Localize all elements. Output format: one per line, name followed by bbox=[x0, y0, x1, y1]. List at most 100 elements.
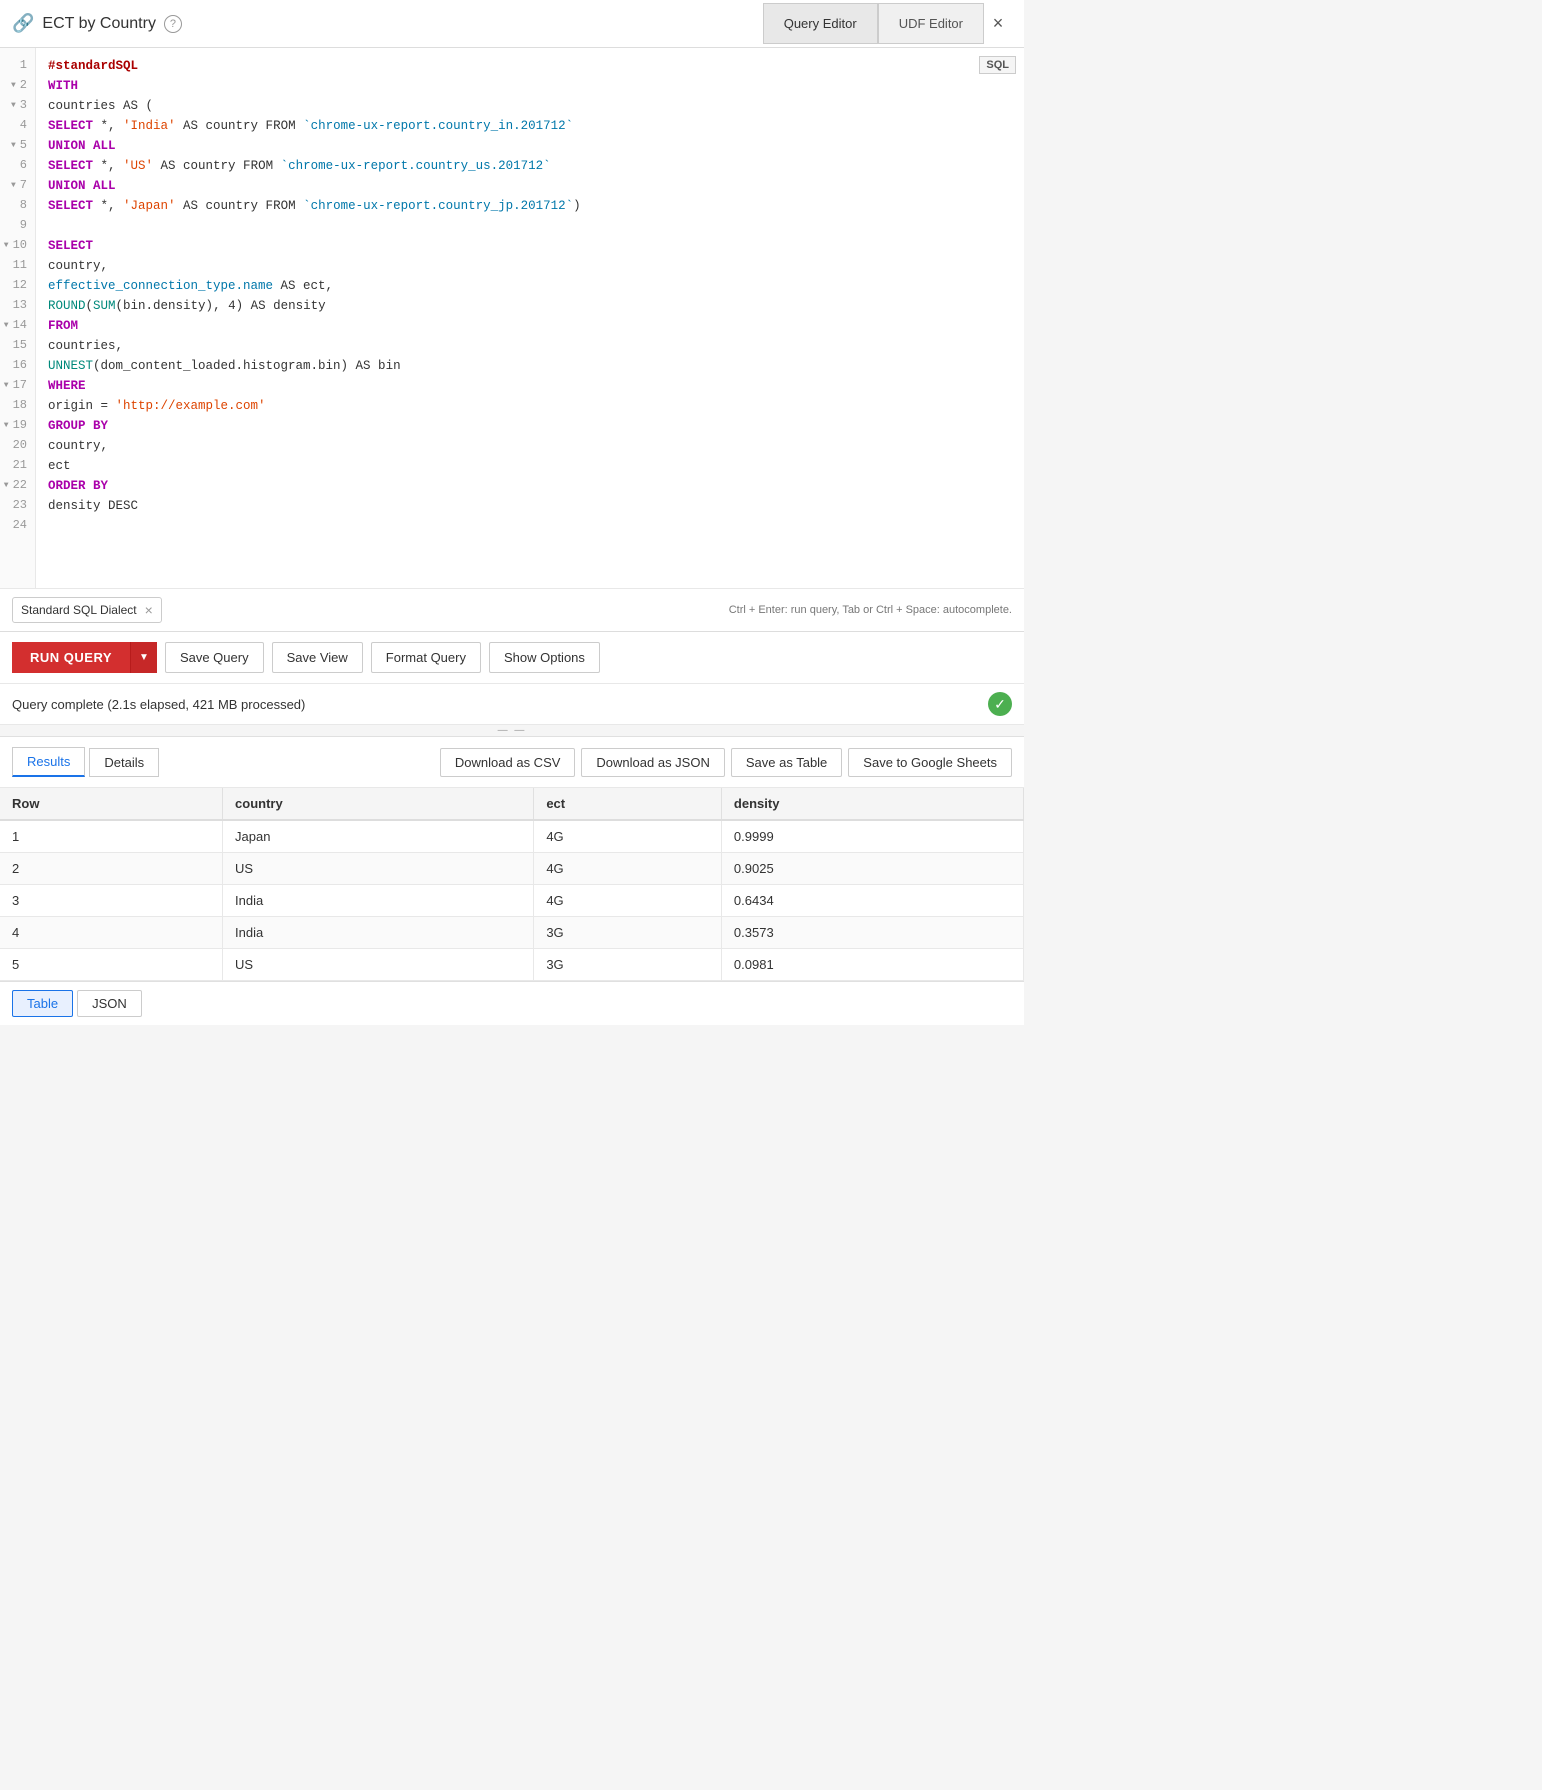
tab-query-editor[interactable]: Query Editor bbox=[763, 3, 878, 44]
line-number-19: ▼19 bbox=[4, 416, 31, 436]
line-number-17: ▼17 bbox=[4, 376, 31, 396]
table-row: 2US4G0.9025 bbox=[0, 853, 1024, 885]
status-icon: ✓ bbox=[988, 692, 1012, 716]
line-number-5: ▼5 bbox=[4, 136, 31, 156]
show-options-button[interactable]: Show Options bbox=[489, 642, 600, 673]
col-header-ect: ect bbox=[534, 788, 722, 820]
table-header-row: Rowcountryectdensity bbox=[0, 788, 1024, 820]
col-header-Row: Row bbox=[0, 788, 223, 820]
fold-arrow[interactable]: ▼ bbox=[11, 80, 16, 93]
header: 🔗 ECT by Country ? Query Editor UDF Edit… bbox=[0, 0, 1024, 48]
results-header: Results Details Download as CSV Download… bbox=[0, 737, 1024, 788]
toolbar: RUN QUERY ▼ Save Query Save View Format … bbox=[0, 632, 1024, 684]
line-number-14: ▼14 bbox=[4, 316, 31, 336]
line-number-11: 11 bbox=[4, 256, 31, 276]
results-section: Results Details Download as CSV Download… bbox=[0, 737, 1024, 981]
code-line-1: #standardSQL bbox=[48, 56, 1012, 76]
status-bar: Query complete (2.1s elapsed, 421 MB pro… bbox=[0, 684, 1024, 725]
bottom-tab-json[interactable]: JSON bbox=[77, 990, 142, 1017]
line-number-9: 9 bbox=[4, 216, 31, 236]
cell-density: 0.6434 bbox=[721, 885, 1023, 917]
code-line-23: density DESC bbox=[48, 496, 1012, 516]
code-line-15: countries, bbox=[48, 336, 1012, 356]
header-left: 🔗 ECT by Country ? bbox=[12, 13, 182, 34]
fold-arrow[interactable]: ▼ bbox=[11, 180, 16, 193]
table-row: 3India4G0.6434 bbox=[0, 885, 1024, 917]
code-line-16: UNNEST(dom_content_loaded.histogram.bin)… bbox=[48, 356, 1012, 376]
line-numbers: 1▼2▼34▼56▼789▼10111213▼141516▼1718▼19202… bbox=[0, 48, 36, 588]
line-number-8: 8 bbox=[4, 196, 31, 216]
dialect-close[interactable]: × bbox=[145, 602, 153, 618]
code-editor[interactable]: 1▼2▼34▼56▼789▼10111213▼141516▼1718▼19202… bbox=[0, 48, 1024, 588]
code-line-8: SELECT *, 'Japan' AS country FROM `chrom… bbox=[48, 196, 1012, 216]
download-json-button[interactable]: Download as JSON bbox=[581, 748, 724, 777]
header-tabs: Query Editor UDF Editor × bbox=[763, 3, 1012, 44]
fold-arrow[interactable]: ▼ bbox=[4, 480, 9, 493]
fold-arrow[interactable]: ▼ bbox=[4, 420, 9, 433]
format-query-button[interactable]: Format Query bbox=[371, 642, 481, 673]
cell-row: 4 bbox=[0, 917, 223, 949]
line-number-21: 21 bbox=[4, 456, 31, 476]
save-query-button[interactable]: Save Query bbox=[165, 642, 264, 673]
status-text: Query complete (2.1s elapsed, 421 MB pro… bbox=[12, 697, 305, 712]
code-line-19: GROUP BY bbox=[48, 416, 1012, 436]
save-view-button[interactable]: Save View bbox=[272, 642, 363, 673]
cell-ect: 4G bbox=[534, 820, 722, 853]
run-query-button[interactable]: RUN QUERY bbox=[12, 642, 130, 673]
line-number-16: 16 bbox=[4, 356, 31, 376]
line-number-3: ▼3 bbox=[4, 96, 31, 116]
save-to-sheets-button[interactable]: Save to Google Sheets bbox=[848, 748, 1012, 777]
code-line-11: country, bbox=[48, 256, 1012, 276]
table-header: Rowcountryectdensity bbox=[0, 788, 1024, 820]
bottom-tab-table[interactable]: Table bbox=[12, 990, 73, 1017]
cell-density: 0.0981 bbox=[721, 949, 1023, 981]
resize-handle[interactable]: — — bbox=[0, 725, 1024, 737]
code-line-17: WHERE bbox=[48, 376, 1012, 396]
tab-udf-editor[interactable]: UDF Editor bbox=[878, 3, 984, 44]
tab-results[interactable]: Results bbox=[12, 747, 85, 777]
col-header-country: country bbox=[223, 788, 534, 820]
keyboard-hint: Ctrl + Enter: run query, Tab or Ctrl + S… bbox=[729, 604, 1012, 616]
tab-details[interactable]: Details bbox=[89, 748, 159, 777]
cell-row: 1 bbox=[0, 820, 223, 853]
cell-row: 5 bbox=[0, 949, 223, 981]
close-button[interactable]: × bbox=[984, 10, 1012, 38]
table-row: 5US3G0.0981 bbox=[0, 949, 1024, 981]
line-number-22: ▼22 bbox=[4, 476, 31, 496]
help-icon[interactable]: ? bbox=[164, 15, 182, 33]
cell-country: India bbox=[223, 885, 534, 917]
results-actions: Download as CSV Download as JSON Save as… bbox=[440, 748, 1012, 777]
fold-arrow[interactable]: ▼ bbox=[4, 240, 9, 253]
link-icon: 🔗 bbox=[12, 13, 34, 34]
line-number-24: 24 bbox=[4, 516, 31, 536]
code-line-20: country, bbox=[48, 436, 1012, 456]
code-line-2: WITH bbox=[48, 76, 1012, 96]
dialect-tag: Standard SQL Dialect × bbox=[12, 597, 162, 623]
cell-density: 0.3573 bbox=[721, 917, 1023, 949]
run-query-group: RUN QUERY ▼ bbox=[12, 642, 157, 673]
code-line-12: effective_connection_type.name AS ect, bbox=[48, 276, 1012, 296]
save-as-table-button[interactable]: Save as Table bbox=[731, 748, 842, 777]
line-number-7: ▼7 bbox=[4, 176, 31, 196]
cell-ect: 3G bbox=[534, 917, 722, 949]
line-number-15: 15 bbox=[4, 336, 31, 356]
line-number-10: ▼10 bbox=[4, 236, 31, 256]
sql-badge: SQL bbox=[979, 56, 1016, 74]
editor-bottom: Standard SQL Dialect × Ctrl + Enter: run… bbox=[0, 588, 1024, 631]
line-number-20: 20 bbox=[4, 436, 31, 456]
download-csv-button[interactable]: Download as CSV bbox=[440, 748, 576, 777]
line-number-2: ▼2 bbox=[4, 76, 31, 96]
fold-arrow[interactable]: ▼ bbox=[4, 320, 9, 333]
fold-arrow[interactable]: ▼ bbox=[4, 380, 9, 393]
cell-ect: 4G bbox=[534, 885, 722, 917]
fold-arrow[interactable]: ▼ bbox=[11, 140, 16, 153]
fold-arrow[interactable]: ▼ bbox=[11, 100, 16, 113]
run-query-dropdown[interactable]: ▼ bbox=[130, 642, 157, 673]
cell-country: India bbox=[223, 917, 534, 949]
code-line-10: SELECT bbox=[48, 236, 1012, 256]
table-body: 1Japan4G0.99992US4G0.90253India4G0.64344… bbox=[0, 820, 1024, 981]
code-line-5: UNION ALL bbox=[48, 136, 1012, 156]
code-line-6: SELECT *, 'US' AS country FROM `chrome-u… bbox=[48, 156, 1012, 176]
line-number-4: 4 bbox=[4, 116, 31, 136]
code-content[interactable]: #standardSQLWITH countries AS ( SELECT *… bbox=[36, 48, 1024, 588]
